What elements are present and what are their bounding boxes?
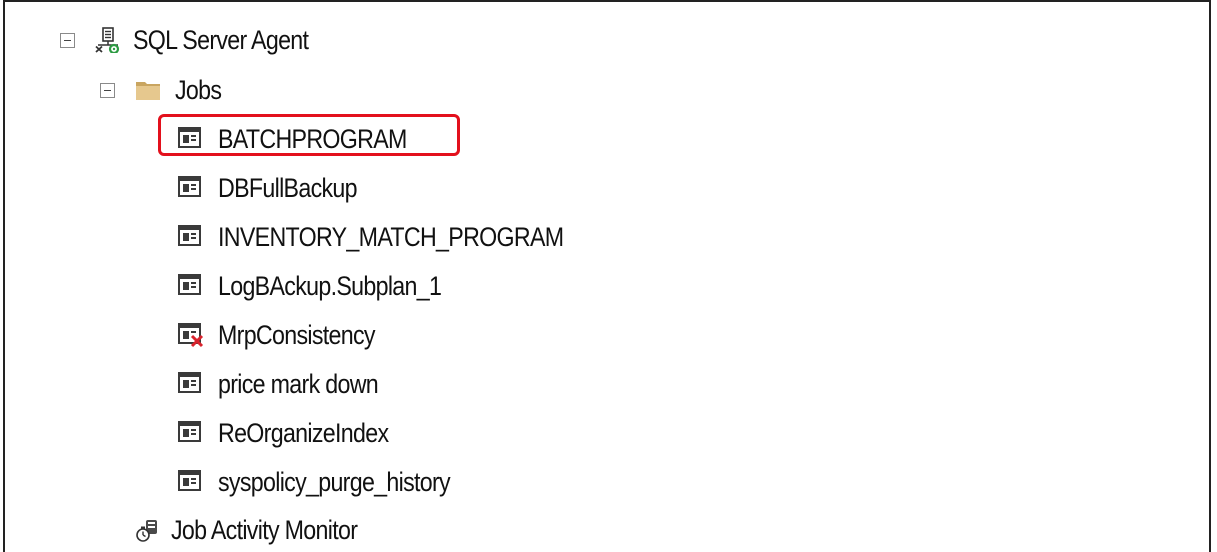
tree-node-job[interactable]: INVENTORY_MATCH_PROGRAM [178,215,620,259]
sql-agent-icon [95,27,121,55]
tree-node-label: price mark down [218,369,379,399]
collapse-toggle-jobs[interactable] [100,82,115,98]
tree-node-label: SQL Server Agent [133,25,309,55]
job-icon [178,175,204,201]
tree-node-label: Job Activity Monitor [171,515,358,545]
tree-node-job[interactable]: DBFullBackup [178,166,379,210]
job-disabled-icon [178,322,204,348]
tree-node-label: Jobs [175,75,222,105]
job-icon [178,371,204,397]
tree-node-label: DBFullBackup [218,173,358,203]
tree-node-job[interactable]: syspolicy_purge_history [178,460,488,504]
tree-node-label: INVENTORY_MATCH_PROGRAM [218,222,564,252]
object-explorer-panel: SQL Server Agent Jobs BATCHPROGRAM DBFul… [3,0,1211,552]
folder-icon [135,77,161,103]
tree-node-job[interactable]: LogBAckup.Subplan_1 [178,264,478,308]
tree-node-sql-server-agent[interactable]: SQL Server Agent [60,18,337,62]
job-icon [178,224,204,250]
tree-node-label: MrpConsistency [218,320,376,350]
job-icon [178,420,204,446]
tree-node-label: BATCHPROGRAM [218,124,407,154]
tree-node-job-disabled[interactable]: MrpConsistency [178,313,400,357]
tree-node-label: syspolicy_purge_history [218,467,451,497]
tree-node-job[interactable]: ReOrganizeIndex [178,411,416,455]
tree-node-job[interactable]: BATCHPROGRAM [178,117,437,161]
tree-node-label: ReOrganizeIndex [218,418,389,448]
job-icon [178,273,204,299]
tree-node-job[interactable]: price mark down [178,362,404,406]
job-activity-monitor-icon [135,517,161,543]
tree-node-job-activity-monitor[interactable]: Job Activity Monitor [135,508,388,552]
collapse-toggle-agent[interactable] [60,32,75,48]
job-icon [178,126,204,152]
tree-node-jobs-folder[interactable]: Jobs [100,68,229,112]
tree-node-label: LogBAckup.Subplan_1 [218,271,442,301]
job-icon [178,469,204,495]
